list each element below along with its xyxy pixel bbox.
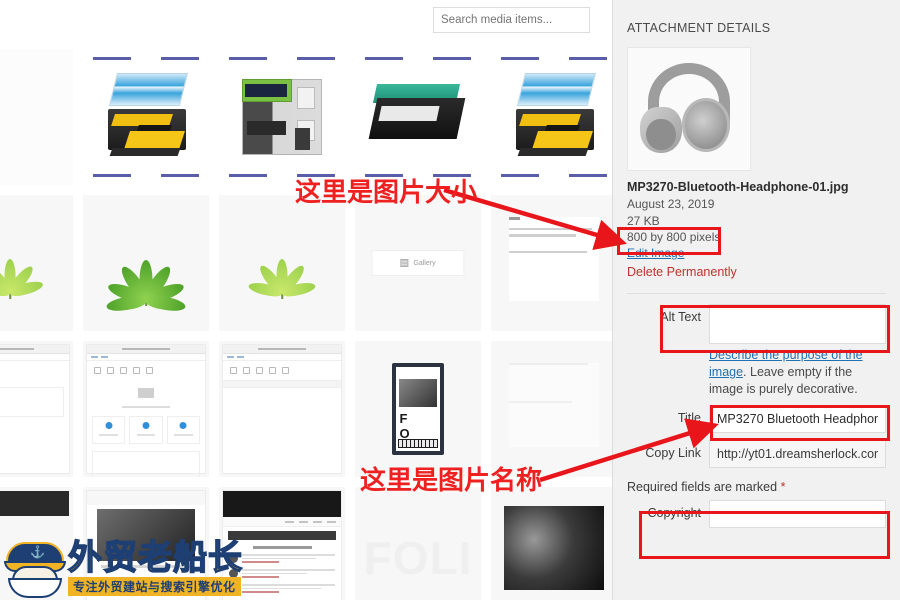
copyright-row: Copyright bbox=[627, 500, 886, 528]
title-label: Title bbox=[677, 411, 701, 425]
media-item-mock-partial[interactable] bbox=[0, 337, 78, 483]
copy-link-input[interactable] bbox=[709, 440, 886, 468]
divider bbox=[627, 293, 886, 294]
leaf-graphic bbox=[0, 227, 45, 299]
thumbnail-grid: ✔ bbox=[0, 45, 612, 600]
headphones-icon bbox=[628, 48, 750, 170]
copy-link-label: Copy Link bbox=[645, 446, 701, 460]
grid-row: FO bbox=[0, 337, 612, 483]
grid-row: ✔ bbox=[0, 45, 612, 191]
attachment-dimensions: 800 by 800 pixels bbox=[627, 230, 721, 244]
media-item-tablet[interactable]: FO bbox=[350, 337, 486, 483]
media-item-blank-doc[interactable] bbox=[486, 337, 612, 483]
media-item-maple-leaf-lime[interactable] bbox=[214, 191, 350, 337]
delete-permanently-link[interactable]: Delete Permanently bbox=[627, 265, 886, 279]
search-input[interactable] bbox=[433, 7, 590, 33]
media-item-bw-photo[interactable] bbox=[486, 483, 612, 600]
media-library-screen: ✔ bbox=[0, 0, 900, 600]
media-item-foli[interactable]: FOLI bbox=[350, 483, 486, 600]
tablet-graphic: FO bbox=[392, 363, 444, 455]
media-item-theme-mockup-2[interactable] bbox=[214, 337, 350, 483]
watermark-brand: 外贸老船长 bbox=[67, 538, 243, 578]
gallery-grid-icon bbox=[400, 259, 409, 267]
alt-text-row: Alt Text Describe the purpose of the ima… bbox=[627, 304, 886, 398]
media-item-gallery-placeholder[interactable]: Gallery bbox=[350, 191, 486, 337]
edit-image-link[interactable]: Edit Image bbox=[627, 246, 684, 260]
attachment-filesize: 27 KB bbox=[627, 214, 660, 228]
copyright-label: Copyright bbox=[647, 506, 702, 520]
required-note-text: Required fields are marked bbox=[627, 480, 778, 494]
watermark-tagline: 专注外贸建站与搜索引擎优化 bbox=[68, 577, 241, 596]
media-item-leaf-partial[interactable] bbox=[0, 191, 78, 337]
attachment-thumbnail[interactable] bbox=[627, 47, 751, 171]
attachment-filename: MP3270-Bluetooth-Headphone-01.jpg bbox=[627, 180, 849, 194]
search-media-items[interactable] bbox=[433, 7, 590, 33]
gallery-label: Gallery bbox=[413, 259, 436, 267]
watermark: ⚓ 外贸老船长 专注外贸建站与搜索引擎优化 bbox=[4, 536, 243, 598]
leaf-graphic bbox=[247, 227, 317, 299]
media-item-theme-mockup-1[interactable] bbox=[78, 337, 214, 483]
media-item-printer-2[interactable] bbox=[486, 45, 612, 191]
grid-row: Gallery bbox=[0, 191, 612, 337]
attachment-details-panel: ATTACHMENT DETAILS MP3270-Bluetooth-Head… bbox=[612, 0, 900, 600]
foli-text: FOLI bbox=[363, 531, 473, 584]
media-grid-region: ✔ bbox=[0, 0, 612, 600]
title-row: Title bbox=[627, 405, 886, 433]
leaf-graphic bbox=[105, 220, 187, 314]
title-input[interactable] bbox=[709, 405, 886, 433]
panel-title: ATTACHMENT DETAILS bbox=[627, 21, 771, 35]
required-asterisk: * bbox=[780, 480, 786, 494]
copy-link-row: Copy Link bbox=[627, 440, 886, 468]
media-item-teal-machine[interactable] bbox=[350, 45, 486, 191]
alt-text-label: Alt Text bbox=[660, 310, 701, 324]
captain-logo-icon: ⚓ bbox=[4, 536, 66, 598]
copyright-input[interactable] bbox=[709, 500, 886, 528]
media-item-text-document[interactable] bbox=[486, 191, 612, 337]
media-item-maple-leaf-green[interactable] bbox=[78, 191, 214, 337]
media-item-selected[interactable]: ✔ bbox=[0, 45, 78, 191]
anchor-icon: ⚓ bbox=[30, 545, 45, 559]
required-fields-note: Required fields are marked * bbox=[627, 480, 886, 494]
media-item-industrial-printer[interactable] bbox=[214, 45, 350, 191]
media-item-printer-1[interactable] bbox=[78, 45, 214, 191]
attachment-date: August 23, 2019 bbox=[627, 197, 715, 211]
alt-text-input[interactable] bbox=[709, 304, 886, 344]
alt-text-help: Describe the purpose of the image. Leave… bbox=[709, 347, 886, 398]
